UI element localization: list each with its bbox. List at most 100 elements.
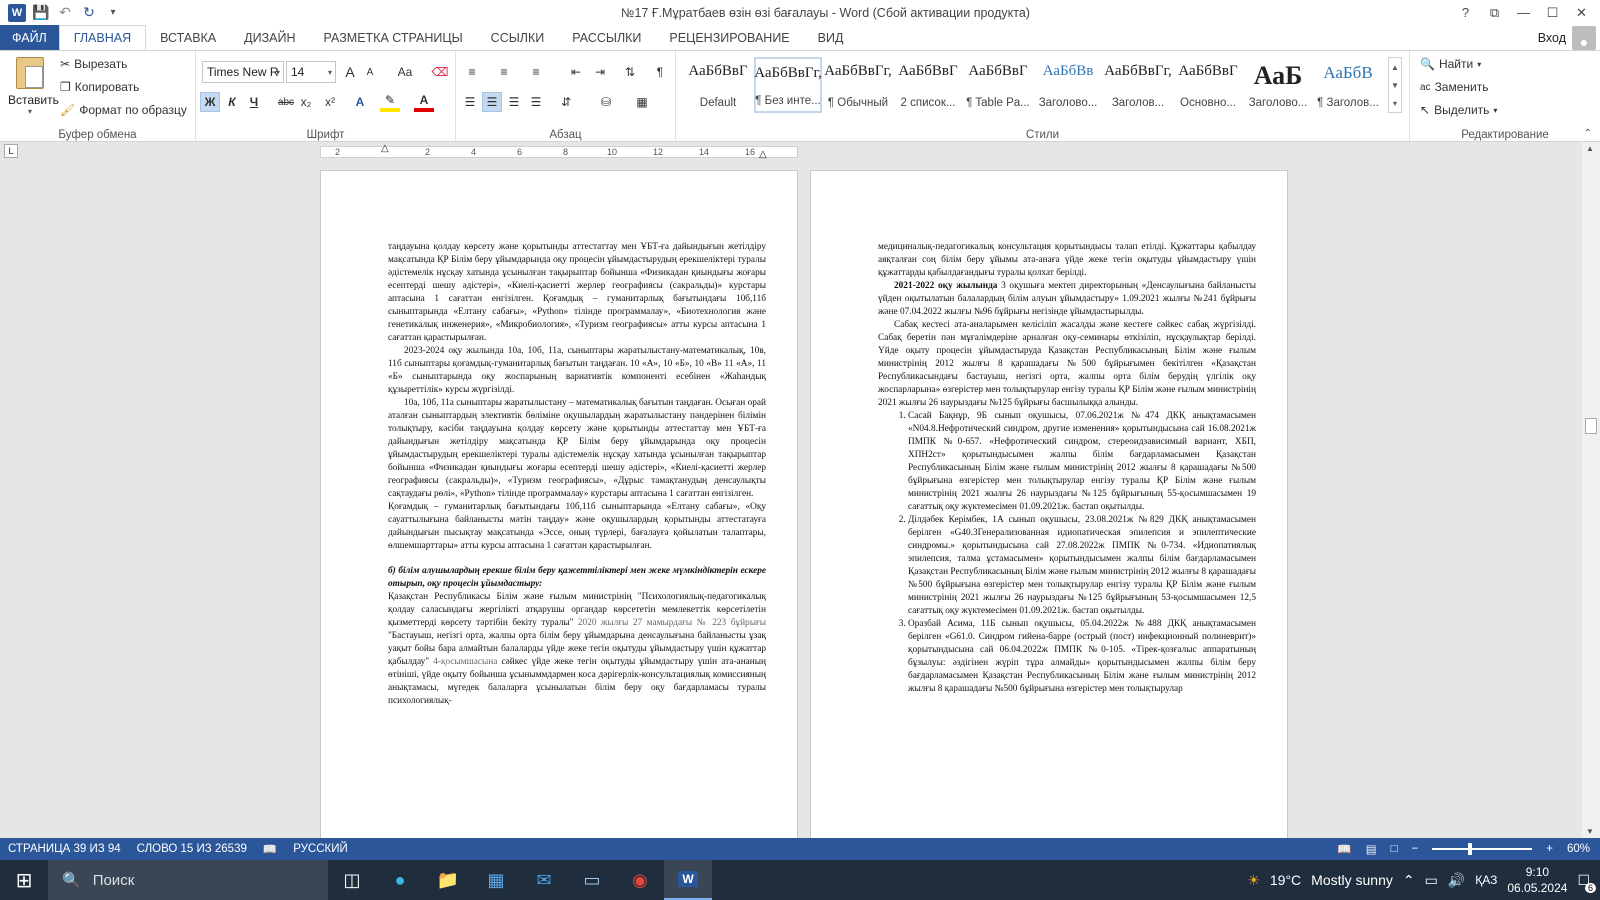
taskbar-search[interactable]: 🔍 Поиск xyxy=(48,860,328,900)
clear-format-icon[interactable]: ⌫ xyxy=(430,62,450,82)
input-language[interactable]: ҚАЗ xyxy=(1475,873,1497,887)
style-body-text[interactable]: АаБбВвГ Основно... xyxy=(1174,57,1242,113)
tab-mailings[interactable]: РАССЫЛКИ xyxy=(558,25,655,50)
cut-button[interactable]: ✂ Вырезать xyxy=(60,57,127,71)
tab-insert[interactable]: ВСТАВКА xyxy=(146,25,230,50)
signin[interactable]: Вход ● xyxy=(1538,25,1600,50)
style-no-spacing[interactable]: АаБбВвГг, ¶ Без инте... xyxy=(754,57,822,113)
grow-font-button[interactable]: A xyxy=(340,62,360,82)
style-heading-2[interactable]: АаБбВвГг, Заголов... xyxy=(1104,57,1172,113)
style-heading-3[interactable]: АаБбВ ¶ Заголов... xyxy=(1314,57,1382,113)
paragraph[interactable]: 10а, 10б, 11а сыныптары жаратылыстану – … xyxy=(388,397,766,501)
list-item[interactable]: Сасай Бақнұр, 9Б сынып оқушысы, 07.06.20… xyxy=(908,410,1256,514)
pilcrow-icon[interactable]: ¶ xyxy=(650,62,670,82)
scroll-thumb[interactable] xyxy=(1585,418,1597,434)
paste-button[interactable]: Вставить ▾ xyxy=(8,57,59,116)
shrink-font-button[interactable]: A xyxy=(360,62,380,82)
italic-button[interactable]: К xyxy=(222,92,242,112)
indent-marker-icon[interactable]: △ xyxy=(381,143,389,154)
redo-icon[interactable]: ↻ xyxy=(80,4,98,22)
scroll-down-icon[interactable]: ▼ xyxy=(1586,827,1594,836)
change-case-button[interactable]: Aa xyxy=(390,62,420,82)
signin-label[interactable]: Вход xyxy=(1538,31,1566,45)
multilevel-list-icon[interactable]: ≡ xyxy=(526,62,546,82)
weather-text[interactable]: Mostly sunny xyxy=(1311,872,1393,888)
font-size-select[interactable]: 14 ▾ xyxy=(286,61,336,83)
ribbon-display-icon[interactable]: ⧉ xyxy=(1480,5,1509,21)
align-right-icon[interactable]: ☰ xyxy=(504,92,524,112)
align-center-icon[interactable]: ☰ xyxy=(482,92,502,112)
close-button[interactable]: ✕ xyxy=(1567,5,1596,21)
decrease-indent-icon[interactable]: ⇤ xyxy=(566,62,586,82)
style-normal[interactable]: АаБбВвГг, ¶ Обычный xyxy=(824,57,892,113)
shading-icon[interactable]: ⛁ xyxy=(596,92,616,112)
task-view-icon[interactable]: ◫ xyxy=(328,860,376,900)
text-effects-icon[interactable]: A xyxy=(350,92,370,112)
tab-layout[interactable]: РАЗМЕТКА СТРАНИЦЫ xyxy=(310,25,477,50)
tab-references[interactable]: ССЫЛКИ xyxy=(477,25,559,50)
more-icon[interactable]: ▾ xyxy=(1393,99,1397,108)
zoom-in-button[interactable]: + xyxy=(1546,843,1553,855)
bold-button[interactable]: Ж xyxy=(200,92,220,112)
proofing-icon[interactable]: 📖 xyxy=(255,842,285,856)
tab-file[interactable]: ФАЙЛ xyxy=(0,25,59,50)
justify-icon[interactable]: ☰ xyxy=(526,92,546,112)
edge-icon[interactable]: ● xyxy=(376,860,424,900)
sort-icon[interactable]: ⇅ xyxy=(620,62,640,82)
style-heading-1[interactable]: АаБбВв Заголово... xyxy=(1034,57,1102,113)
bullets-icon[interactable]: ≡ xyxy=(462,62,482,82)
paragraph[interactable]: медициналық-педагогикалық консультация қ… xyxy=(878,241,1256,280)
format-painter-button[interactable]: 🖌 Формат по образцу xyxy=(60,103,187,117)
paragraph[interactable]: Қазақстан Республикасы Білім және ғылым … xyxy=(388,591,766,708)
read-mode-icon[interactable]: 📖 xyxy=(1337,842,1351,856)
page-right-text[interactable]: медициналық-педагогикалық консультация қ… xyxy=(878,241,1256,696)
volume-icon[interactable]: 🔊 xyxy=(1448,872,1465,889)
mail-icon[interactable]: ✉ xyxy=(520,860,568,900)
tab-selector-icon[interactable]: L xyxy=(4,144,18,158)
borders-icon[interactable]: ▦ xyxy=(632,92,652,112)
maximize-button[interactable]: ☐ xyxy=(1538,5,1567,21)
minimize-button[interactable]: — xyxy=(1509,5,1538,20)
weather-icon[interactable]: ☀ xyxy=(1247,872,1260,889)
replace-button[interactable]: ac Заменить xyxy=(1420,80,1489,94)
subscript-button[interactable]: x₂ xyxy=(296,92,316,112)
avatar[interactable]: ● xyxy=(1572,25,1596,50)
select-button[interactable]: ↖ Выделить ▾ xyxy=(1420,103,1497,117)
paragraph[interactable]: Сабақ кестесі ата-аналарымен келісіліп ж… xyxy=(878,319,1256,410)
clock[interactable]: 9:10 06.05.2024 xyxy=(1507,864,1567,896)
style-list-2[interactable]: АаБбВвГ 2 список... xyxy=(894,57,962,113)
page-right[interactable]: медициналық-педагогикалық консультация қ… xyxy=(810,170,1288,838)
find-button[interactable]: 🔍 Найти ▾ xyxy=(1420,57,1481,71)
right-indent-marker-icon[interactable]: △ xyxy=(759,149,767,160)
style-default[interactable]: АаБбВвГ Default xyxy=(684,57,752,113)
zoom-slider[interactable] xyxy=(1432,843,1533,855)
line-spacing-icon[interactable]: ⇵ xyxy=(556,92,576,112)
tray-chevron-icon[interactable]: ⌃ xyxy=(1403,872,1415,889)
align-left-icon[interactable]: ☰ xyxy=(460,92,480,112)
numbering-icon[interactable]: ≡ xyxy=(494,62,514,82)
tab-view[interactable]: ВИД xyxy=(804,25,858,50)
chrome-icon[interactable]: ◉ xyxy=(616,860,664,900)
superscript-button[interactable]: x² xyxy=(320,92,340,112)
chevron-up-icon[interactable]: ▲ xyxy=(1391,63,1399,72)
style-table-paragraph[interactable]: АаБбВвГ ¶ Table Pa... xyxy=(964,57,1032,113)
paragraph[interactable]: Қоғамдық – гуманитарлық бағытындағы 10б,… xyxy=(388,501,766,553)
tab-home[interactable]: ГЛАВНАЯ xyxy=(58,25,147,50)
language-indicator[interactable]: РУССКИЙ xyxy=(285,843,356,855)
paragraph[interactable]: 2021-2022 оқу жылында 3 оқушыға мектеп д… xyxy=(878,280,1256,319)
tab-design[interactable]: ДИЗАЙН xyxy=(230,25,309,50)
undo-icon[interactable]: ↶ xyxy=(56,4,74,22)
zoom-level[interactable]: 60% xyxy=(1567,843,1590,855)
section-heading[interactable]: б) білім алушылардың ерекше білім беру қ… xyxy=(388,565,766,591)
paragraph[interactable]: таңдауына қолдау көрсету және қорытынды … xyxy=(388,241,766,345)
zoom-slider-thumb[interactable] xyxy=(1468,843,1473,855)
page-left[interactable]: таңдауына қолдау көрсету және қорытынды … xyxy=(320,170,798,838)
word-count[interactable]: СЛОВО 15 ИЗ 26539 xyxy=(129,843,255,855)
tab-review[interactable]: РЕЦЕНЗИРОВАНИЕ xyxy=(655,25,803,50)
scroll-up-icon[interactable]: ▲ xyxy=(1586,144,1594,153)
horizontal-ruler[interactable]: 2 2 4 6 8 10 12 14 16 △ △ xyxy=(320,143,798,160)
app-icon[interactable]: ▭ xyxy=(568,860,616,900)
strikethrough-button[interactable]: abc xyxy=(276,92,296,112)
font-color-icon[interactable]: A xyxy=(414,92,434,112)
print-layout-icon[interactable]: ▤ xyxy=(1366,842,1377,856)
